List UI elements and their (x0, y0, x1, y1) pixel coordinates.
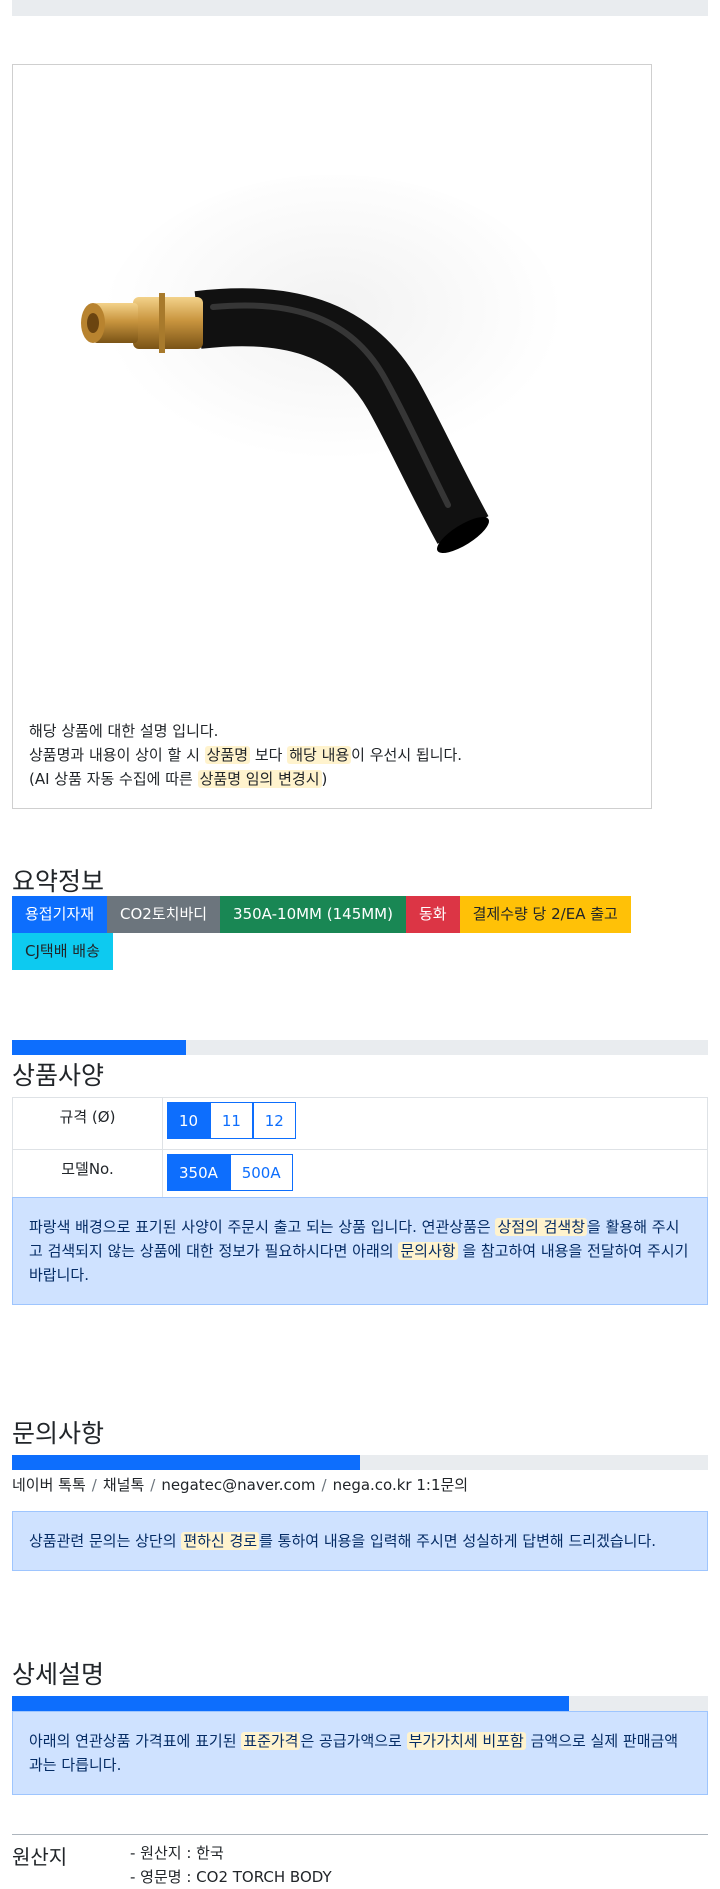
origin-row: 원산지 - 원산지 : 한국 - 영문명 : CO2 TORCH BODY (12, 1834, 708, 1886)
highlight-inquiry: 문의사항 (398, 1242, 458, 1260)
desc-line-2: 상품명과 내용이 상이 할 시 상품명 보다 해당 내용 이 우선시 됩니다. (29, 746, 463, 764)
spec-progress (12, 1040, 708, 1055)
model-option-500a[interactable]: 500A (229, 1154, 293, 1191)
highlight-route: 편하신 경로 (181, 1532, 260, 1550)
model-option-350a[interactable]: 350A (167, 1154, 230, 1191)
product-image-box: 해당 상품에 대한 설명 입니다. 상품명과 내용이 상이 할 시 상품명 보다… (12, 64, 652, 809)
origin-label: 원산지 (12, 1845, 68, 1869)
inquiry-progress (12, 1455, 708, 1470)
spec-row-size: 규격 (Ø) 10 11 12 (12, 1097, 708, 1150)
badge-product-type: CO2토치바디 (107, 896, 221, 933)
summary-title: 요약정보 (12, 867, 105, 896)
channel-site-inquiry[interactable]: nega.co.kr 1:1문의 (333, 1476, 469, 1494)
top-progress-bar (12, 0, 708, 16)
origin-values: - 원산지 : 한국 - 영문명 : CO2 TORCH BODY (130, 1841, 332, 1889)
size-option-11[interactable]: 11 (209, 1102, 253, 1139)
badge-spec: 350A-10MM (145MM) (220, 896, 406, 933)
spec-title: 상품사양 (12, 1061, 105, 1090)
spec-notice: 파랑색 배경으로 표기된 사양이 주문시 출고 되는 상품 입니다. 연관상품은… (12, 1197, 708, 1305)
spec-progress-fill (12, 1040, 186, 1055)
summary-badges: 용접기자재 CO2토치바디 350A-10MM (145MM) 동화 결제수량 … (12, 896, 712, 970)
detail-progress-fill (12, 1696, 569, 1711)
highlight-product-name: 상품명 (204, 746, 251, 764)
product-description: 해당 상품에 대한 설명 입니다. 상품명과 내용이 상이 할 시 상품명 보다… (29, 719, 462, 791)
inquiry-title: 문의사항 (12, 1419, 105, 1448)
spec-label-model: 모델No. (12, 1149, 163, 1202)
size-option-10[interactable]: 10 (167, 1102, 211, 1139)
origin-english-name: - 영문명 : CO2 TORCH BODY (130, 1868, 332, 1886)
detail-progress (12, 1696, 708, 1711)
desc-line-3: (AI 상품 자동 수집에 따른 상품명 임의 변경시) (29, 770, 328, 788)
detail-title: 상세설명 (12, 1660, 105, 1689)
badge-quantity: 결제수량 당 2/EA 출고 (459, 896, 631, 933)
inquiry-notice: 상품관련 문의는 상단의 편하신 경로 를 통하여 내용을 입력해 주시면 성실하… (12, 1511, 708, 1571)
badge-category: 용접기자재 (12, 896, 108, 933)
badge-shipping: CJ택배 배송 (12, 933, 113, 970)
spec-label-size: 규격 (Ø) (12, 1097, 163, 1150)
highlight-name-change: 상품명 임의 변경시 (197, 770, 322, 788)
badge-brand: 동화 (405, 896, 460, 933)
channel-channel-talk[interactable]: 채널톡 (103, 1476, 144, 1494)
contact-channels: 네이버 톡톡 / 채널톡 / negatec@naver.com / nega.co.kr … (12, 1476, 469, 1494)
spec-table: 규격 (Ø) 10 11 12 모델No. 350A 500A (12, 1097, 708, 1202)
product-page: 해당 상품에 대한 설명 입니다. 상품명과 내용이 상이 할 시 상품명 보다… (0, 0, 720, 1886)
highlight-standard-price: 표준가격 (241, 1732, 301, 1750)
desc-line-1: 해당 상품에 대한 설명 입니다. (29, 722, 219, 740)
detail-notice: 아래의 연관상품 가격표에 표기된 표준가격 은 공급가액으로 부가가치세 비포함… (12, 1711, 708, 1795)
channel-email[interactable]: negatec@naver.com (161, 1476, 315, 1494)
size-option-12[interactable]: 12 (252, 1102, 296, 1139)
spec-row-model: 모델No. 350A 500A (12, 1149, 708, 1202)
highlight-search: 상점의 검색창 (495, 1218, 588, 1236)
channel-naver-talk[interactable]: 네이버 톡톡 (12, 1476, 86, 1494)
torch-body-image (81, 175, 563, 554)
origin-country: - 원산지 : 한국 (130, 1844, 224, 1862)
inquiry-progress-fill (12, 1455, 360, 1470)
highlight-vat: 부가가치세 비포함 (406, 1732, 526, 1750)
highlight-content: 해당 내용 (287, 746, 352, 764)
